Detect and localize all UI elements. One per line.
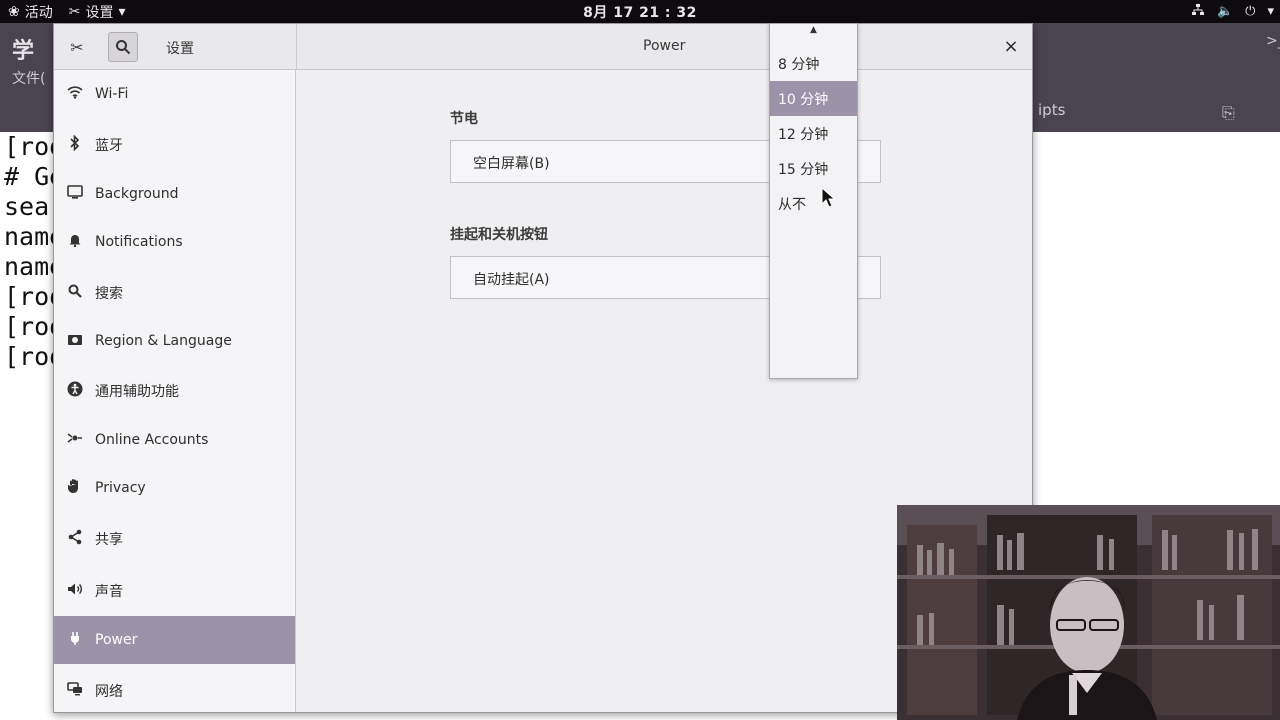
settings-header-bar: ✂ 设置 Power × — [54, 24, 1032, 70]
scroll-up-arrow-icon[interactable]: ▲ — [770, 25, 857, 35]
bell-icon — [66, 233, 84, 251]
volume-icon: 🔈 — [1216, 4, 1234, 19]
sidebar-item-power[interactable]: Power — [54, 616, 295, 664]
sidebar-item-label: 搜索 — [95, 286, 123, 302]
webcam-overlay — [897, 505, 1280, 720]
sidebar-item-label: 声音 — [95, 584, 123, 600]
close-button[interactable]: × — [999, 34, 1023, 58]
webcam-image — [897, 505, 1280, 720]
sidebar-item-label: Wi-Fi — [95, 86, 129, 102]
accessibility-icon — [66, 381, 84, 401]
caret-down-icon: ▾ — [1267, 4, 1274, 19]
wifi-icon — [66, 85, 84, 103]
sidebar-item-sharing[interactable]: 共享 — [54, 515, 295, 563]
power-icon: ⏻ — [1245, 4, 1256, 19]
search-icon — [116, 40, 131, 55]
search-icon — [66, 284, 84, 302]
dropdown-option[interactable]: 从不 — [770, 186, 857, 221]
sidebar-item-background[interactable]: Background — [54, 170, 295, 218]
dropdown-option-selected[interactable]: 10 分钟 — [770, 81, 857, 116]
settings-window: ✂ 设置 Power × Wi-Fi 蓝牙 Background Notific… — [53, 23, 1033, 713]
clock[interactable]: 8月 17 21 : 32 — [583, 2, 697, 22]
terminal-title: 学 — [12, 39, 35, 64]
activities-label: 活动 — [24, 4, 53, 21]
mouse-pointer-icon — [821, 187, 835, 208]
terminal-new-tab-icon[interactable]: ⎘ — [1222, 103, 1235, 123]
top-bar: ❀ 活动 ✂ 设置 ▾ 8月 17 21 : 32 🔈 ⏻ ▾ — [0, 0, 1280, 23]
suspend-power-button-heading: 挂起和关机按钮 — [450, 227, 548, 243]
sidebar-item-label: 共享 — [95, 532, 123, 548]
region-icon — [66, 332, 84, 350]
sidebar-item-label: Privacy — [95, 480, 146, 496]
sidebar-item-label: Background — [95, 186, 179, 202]
power-saving-heading: 节电 — [450, 111, 478, 127]
blank-screen-dropdown[interactable]: ▲ 8 分钟 10 分钟 12 分钟 15 分钟 从不 — [769, 23, 858, 379]
online-accounts-icon — [66, 431, 84, 449]
bluetooth-icon — [66, 134, 84, 155]
sidebar-item-label: 蓝牙 — [95, 138, 123, 154]
terminal-menu[interactable]: 文件( — [12, 68, 45, 88]
sidebar-item-label: Notifications — [95, 234, 183, 250]
page-title: Power — [643, 38, 686, 54]
sidebar-item-sound[interactable]: 声音 — [54, 567, 295, 615]
auto-suspend-label: 自动挂起(A) — [473, 272, 550, 288]
settings-sidebar: Wi-Fi 蓝牙 Background Notifications 搜索 Reg… — [54, 70, 296, 712]
hand-icon — [66, 478, 84, 498]
dropdown-option[interactable]: 15 分钟 — [770, 151, 857, 186]
system-tray[interactable]: 🔈 ⏻ ▾ — [1191, 0, 1274, 23]
sidebar-item-label: 网络 — [95, 684, 123, 700]
sidebar-item-online-accounts[interactable]: Online Accounts — [54, 416, 295, 464]
sidebar-item-notifications[interactable]: Notifications — [54, 218, 295, 266]
blank-screen-label: 空白屏幕(B) — [473, 156, 550, 172]
app-menu-label: 设置 — [85, 4, 114, 21]
network-status-icon — [1191, 3, 1205, 21]
sidebar-item-label: Power — [95, 632, 138, 648]
header-divider — [296, 24, 297, 70]
sidebar-item-network[interactable]: 网络 — [54, 667, 295, 712]
sidebar-item-label: Region & Language — [95, 333, 232, 349]
app-menu-button[interactable]: ✂ 设置 ▾ — [61, 2, 134, 22]
sidebar-item-bluetooth[interactable]: 蓝牙 — [54, 121, 295, 169]
sidebar-item-label: Online Accounts — [95, 432, 209, 448]
tools-icon: ✂ — [68, 3, 81, 20]
share-icon — [66, 529, 84, 549]
terminal-tab[interactable]: ipts — [1038, 101, 1065, 119]
dropdown-option[interactable]: 8 分钟 — [770, 46, 857, 81]
background-icon — [66, 185, 84, 203]
dropdown-option[interactable]: 12 分钟 — [770, 116, 857, 151]
activities-button[interactable]: ❀ 活动 — [0, 2, 61, 22]
sidebar-item-wifi[interactable]: Wi-Fi — [54, 70, 295, 118]
network-icon — [66, 682, 84, 700]
sidebar-item-search[interactable]: 搜索 — [54, 269, 295, 317]
app-title: 设置 — [166, 41, 194, 57]
sidebar-item-region-language[interactable]: Region & Language — [54, 317, 295, 365]
power-plug-icon — [66, 630, 84, 650]
sidebar-item-privacy[interactable]: Privacy — [54, 464, 295, 512]
gnome-foot-icon: ❀ — [8, 3, 20, 20]
speaker-icon — [66, 582, 84, 600]
terminal-arrow-icon: >_ — [1266, 33, 1280, 49]
sidebar-item-label: 通用辅助功能 — [95, 384, 179, 400]
tools-icon[interactable]: ✂ — [62, 32, 92, 62]
sidebar-item-accessibility[interactable]: 通用辅助功能 — [54, 367, 295, 415]
caret-down-icon: ▾ — [118, 3, 126, 20]
search-toggle-button[interactable] — [108, 32, 138, 62]
